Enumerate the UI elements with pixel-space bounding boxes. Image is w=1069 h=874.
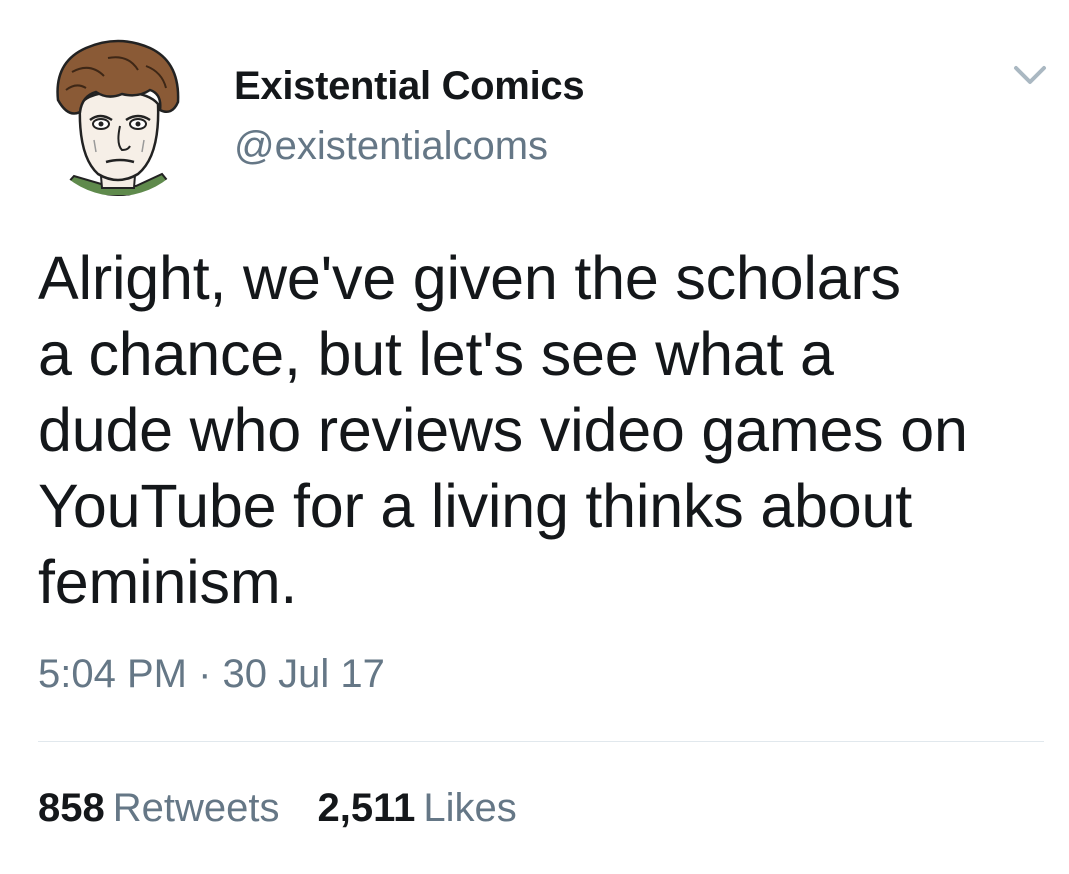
likes-count: 2,511 xyxy=(317,786,416,830)
tweet-page: { "author": { "name": "Existential Comic… xyxy=(0,0,1069,874)
retweets-count: 858 xyxy=(38,786,105,830)
divider xyxy=(38,741,1044,742)
avatar-portrait-icon xyxy=(54,39,182,196)
author-handle[interactable]: @existentialcoms xyxy=(234,124,548,169)
tweet-timestamp[interactable]: 5:04 PM · 30 Jul 17 xyxy=(38,652,385,697)
likes-stat[interactable]: 2,511 Likes xyxy=(318,786,517,831)
retweets-stat[interactable]: 858 Retweets xyxy=(38,786,280,831)
retweets-label: Retweets xyxy=(112,786,280,830)
author-name[interactable]: Existential Comics xyxy=(234,64,585,109)
likes-label: Likes xyxy=(423,786,517,830)
tweet-text: Alright, we've given the scholars a chan… xyxy=(38,244,968,616)
chevron-down-icon[interactable] xyxy=(1012,60,1048,90)
tweet-stats: 858 Retweets 2,511 Likes xyxy=(38,786,517,831)
avatar[interactable] xyxy=(38,36,198,196)
